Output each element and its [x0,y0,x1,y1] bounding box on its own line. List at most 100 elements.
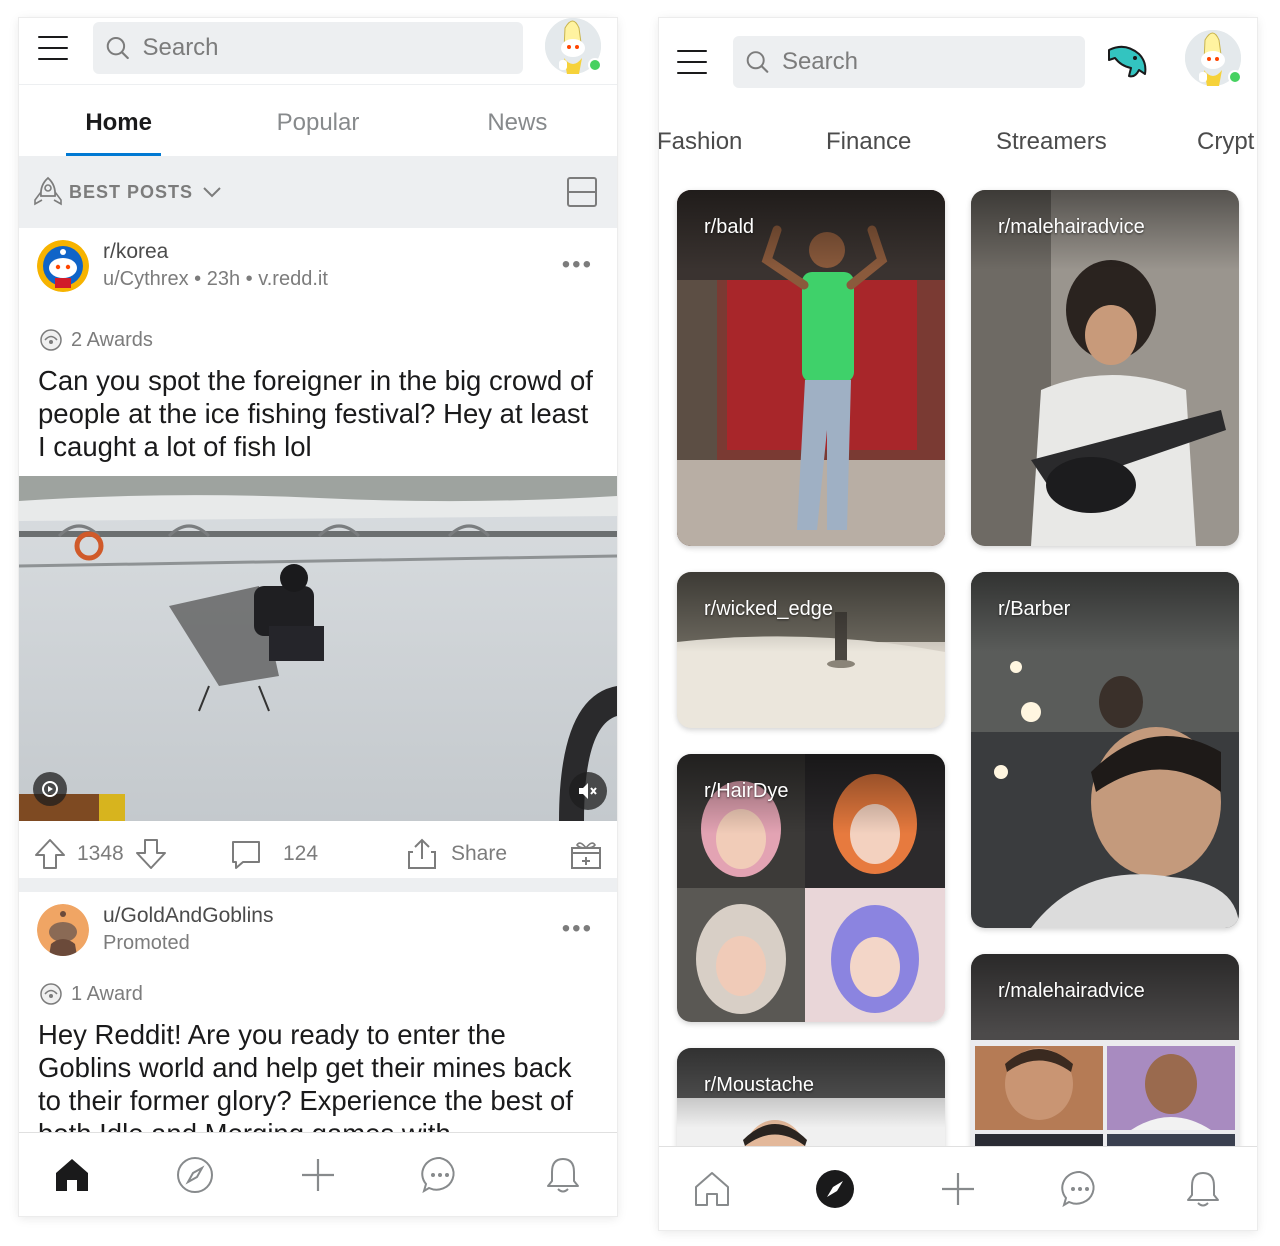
community-name: r/malehairadvice [998,980,1145,1002]
post-card[interactable]: r/korea u/Cythrex • 23h • v.redd.it ••• … [19,228,617,878]
nav-explore-icon[interactable] [171,1151,219,1199]
home-feed-screen: Home Popular News BEST POSTS r/korea [19,18,617,1216]
nav-chat-icon[interactable] [416,1151,464,1199]
awards-row[interactable]: 1 Award [37,982,143,1006]
award-icon [40,983,62,1005]
nav-home-icon[interactable] [688,1165,736,1213]
search-icon [746,51,769,73]
nav-home-icon[interactable] [48,1151,96,1199]
chevron-down-icon[interactable] [201,185,223,199]
user-avatar[interactable] [1185,30,1242,86]
category-finance[interactable]: Finance [826,128,911,156]
gift-icon [571,842,601,869]
post-domain[interactable]: v.redd.it [258,268,328,290]
community-name: r/Moustache [704,1074,815,1096]
vote-count: 1348 [77,842,124,865]
community-tile[interactable]: r/malehairadvice [971,190,1239,546]
community-tile[interactable]: r/wicked_edge [677,572,945,728]
nav-explore-icon[interactable] [811,1165,859,1213]
post-meta: u/Cythrex • 23h • v.redd.it [103,268,328,291]
search-bar[interactable] [733,36,1085,88]
tile-thumbnail [971,572,1239,928]
downvote-icon[interactable] [134,837,168,871]
awards-row[interactable]: 2 Awards [37,328,153,352]
awards-count: 2 Awards [71,328,153,351]
top-bar [19,18,617,84]
community-tile[interactable]: r/Moustache [677,1048,945,1146]
community-name: r/HairDye [704,780,789,802]
feed-tabs: Home Popular News [19,84,617,156]
category-fashion[interactable]: Fashion [659,128,742,156]
post-header: r/korea u/Cythrex • 23h • v.redd.it ••• [37,240,617,292]
category-streamers[interactable]: Streamers [996,128,1107,156]
snoo-avatar-icon [37,904,89,956]
meta-separator: • [245,268,259,290]
video-replay-icon[interactable] [33,772,67,806]
card-view-icon[interactable] [566,176,598,208]
mute-icon[interactable] [569,772,607,810]
community-name: r/wicked_edge [704,598,833,620]
ice-fishing-video-thumbnail [19,476,617,821]
share-label: Share [451,842,508,865]
korea-snoo-icon [37,240,89,292]
nav-create-icon[interactable] [934,1165,982,1213]
nav-notifications-icon[interactable] [539,1151,587,1199]
search-input[interactable] [781,48,1085,76]
post-age: 23h [206,268,241,290]
community-grid: r/bald r/malehairadvice r/wicked_edge r/… [659,174,1257,1146]
more-options-icon[interactable]: ••• [562,917,593,941]
top-bar [659,18,1257,108]
search-icon [106,36,129,60]
online-status-icon [588,58,602,72]
award-icon [40,329,62,351]
advertiser-avatar[interactable] [37,904,89,956]
community-tile[interactable]: r/Barber [971,572,1239,928]
community-tile[interactable]: r/HairDye [677,754,945,1022]
nav-notifications-icon[interactable] [1179,1165,1227,1213]
upvote-icon[interactable] [33,837,67,871]
tab-news[interactable]: News [418,85,617,156]
subreddit-avatar[interactable] [37,240,89,292]
tab-home[interactable]: Home [19,85,218,156]
nav-create-icon[interactable] [294,1151,342,1199]
tile-thumbnail [677,190,945,546]
post-video[interactable] [19,476,617,821]
promoted-post-card[interactable]: u/GoldAndGoblins Promoted ••• 1 Award He… [19,892,617,1136]
subreddit-name[interactable]: r/korea [103,240,168,264]
sort-bar: BEST POSTS [19,156,617,228]
meta-separator: • [194,268,207,290]
menu-icon[interactable] [677,50,707,74]
bottom-navigation [19,1132,617,1216]
rocket-icon [34,176,62,206]
bottom-navigation [659,1146,1257,1230]
advertiser-name[interactable]: u/GoldAndGoblins [103,904,273,928]
search-bar[interactable] [93,22,523,74]
tile-thumbnail [677,1048,945,1146]
community-name: r/Barber [998,598,1071,620]
post-title[interactable]: Can you spot the foreigner in the big cr… [38,364,597,463]
tile-thumbnail [971,190,1239,546]
search-input[interactable] [142,34,523,62]
menu-icon[interactable] [38,36,68,60]
share-icon [408,838,436,869]
more-options-icon[interactable]: ••• [562,253,593,277]
community-name: r/malehairadvice [998,216,1145,238]
awards-count: 1 Award [71,982,143,1005]
post-title[interactable]: Hey Reddit! Are you ready to enter the G… [38,1018,597,1136]
tab-popular[interactable]: Popular [218,85,417,156]
discover-screen: Fashion Finance Streamers Crypt r/bald [659,18,1257,1230]
community-tile[interactable]: r/malehairadvice [971,954,1239,1146]
community-name: r/bald [704,216,755,238]
comment-count: 124 [283,842,319,865]
community-tile[interactable]: r/bald [677,190,945,546]
category-crypto[interactable]: Crypt [1197,128,1254,156]
post-header: u/GoldAndGoblins Promoted ••• [37,904,617,956]
tile-thumbnail [677,572,945,728]
online-status-icon [1228,70,1242,84]
comment-icon [232,841,260,869]
user-avatar[interactable] [545,18,602,74]
dolphin-icon[interactable] [1105,40,1149,84]
sort-label[interactable]: BEST POSTS [69,182,193,203]
post-author[interactable]: u/Cythrex [103,268,189,290]
nav-chat-icon[interactable] [1056,1165,1104,1213]
